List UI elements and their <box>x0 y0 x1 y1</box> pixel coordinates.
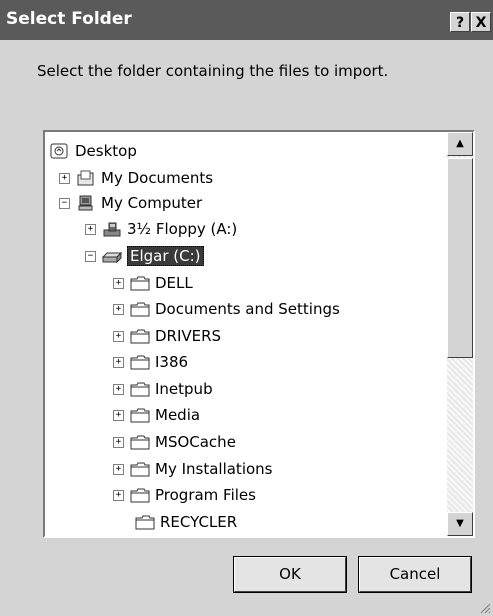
floppy-icon <box>102 221 122 238</box>
hard-drive-icon <box>101 248 123 265</box>
help-button[interactable]: ? <box>450 12 470 32</box>
tree-item-drivers[interactable]: + DRIVERS <box>113 325 221 347</box>
scroll-down-button[interactable]: ▼ <box>447 512 473 536</box>
tree-item-label: Elgar (C:) <box>127 246 204 266</box>
scroll-up-button[interactable]: ▲ <box>447 132 473 156</box>
tree-item-dell[interactable]: + DELL <box>113 272 193 294</box>
folder-tree[interactable]: Desktop + My Documents − My Computer + 3… <box>43 130 475 538</box>
tree-item-label: My Documents <box>101 169 214 187</box>
expand-icon[interactable]: + <box>113 330 124 342</box>
tree-item-label: Program Files <box>155 486 256 504</box>
tree-item-my-documents[interactable]: + My Documents <box>59 167 213 189</box>
folder-icon <box>130 328 150 345</box>
window-title: Select Folder <box>6 9 132 29</box>
cancel-button[interactable]: Cancel <box>359 557 471 592</box>
tree-item-my-installations[interactable]: + My Installations <box>113 458 272 480</box>
title-bar: Select Folder ? X <box>0 0 493 40</box>
expand-icon[interactable]: + <box>59 172 70 184</box>
expand-icon[interactable]: + <box>113 383 124 395</box>
tree-item-msocache[interactable]: + MSOCache <box>113 431 236 453</box>
tree-item-desktop[interactable]: Desktop <box>50 140 137 162</box>
tree-item-label: Inetpub <box>155 380 213 398</box>
expand-icon[interactable]: + <box>113 277 124 289</box>
folder-icon <box>135 514 155 531</box>
tree-item-documents-and-settings[interactable]: + Documents and Settings <box>113 298 340 320</box>
folder-icon <box>130 487 150 504</box>
tree-items: Desktop + My Documents − My Computer + 3… <box>45 132 447 536</box>
folder-icon <box>130 301 150 318</box>
tree-item-label: 3½ Floppy (A:) <box>127 220 238 238</box>
tree-item-label: DELL <box>155 274 193 292</box>
tree-item-label: My Computer <box>101 194 203 212</box>
tree-item-label: Documents and Settings <box>155 300 340 318</box>
expand-icon[interactable]: + <box>113 489 124 501</box>
instruction-text: Select the folder containing the files t… <box>37 62 389 80</box>
folder-icon <box>130 354 150 371</box>
expand-icon[interactable]: + <box>113 303 124 315</box>
tree-item-my-computer[interactable]: − My Computer <box>59 192 202 214</box>
documents-icon <box>76 170 96 187</box>
expand-icon[interactable]: + <box>113 356 124 368</box>
expand-icon[interactable]: + <box>85 223 96 235</box>
tree-item-recycler[interactable]: RECYCLER <box>135 511 237 533</box>
tree-item-label: Media <box>155 406 201 424</box>
tree-item-inetpub[interactable]: + Inetpub <box>113 378 213 400</box>
folder-icon <box>130 381 150 398</box>
folder-icon <box>130 434 150 451</box>
tree-item-program-files[interactable]: + Program Files <box>113 484 256 506</box>
vertical-scrollbar[interactable]: ▲ ▼ <box>447 132 473 536</box>
tree-item-label: Desktop <box>75 142 137 160</box>
ok-button[interactable]: OK <box>234 557 346 592</box>
tree-item-label: MSOCache <box>155 433 236 451</box>
expand-icon[interactable]: + <box>113 409 124 421</box>
resize-grip-icon[interactable] <box>479 602 491 614</box>
tree-item-label: RECYCLER <box>160 513 238 531</box>
folder-icon <box>130 275 150 292</box>
expand-icon[interactable]: + <box>113 436 124 448</box>
tree-item-i386[interactable]: + I386 <box>113 351 188 373</box>
desktop-icon <box>50 143 70 160</box>
tree-item-label: My Installations <box>155 460 273 478</box>
folder-icon <box>130 407 150 424</box>
scroll-thumb[interactable] <box>447 158 473 358</box>
tree-item-elgar-c[interactable]: − Elgar (C:) <box>85 245 204 267</box>
tree-item-label: DRIVERS <box>155 327 222 345</box>
expand-icon[interactable]: + <box>113 463 124 475</box>
tree-item-label: I386 <box>155 353 189 371</box>
collapse-icon[interactable]: − <box>59 197 70 209</box>
close-button[interactable]: X <box>471 12 491 32</box>
folder-icon <box>130 461 150 478</box>
tree-item-floppy[interactable]: + 3½ Floppy (A:) <box>85 218 237 240</box>
computer-icon <box>76 195 96 212</box>
tree-item-media[interactable]: + Media <box>113 404 200 426</box>
collapse-icon[interactable]: − <box>85 250 96 262</box>
